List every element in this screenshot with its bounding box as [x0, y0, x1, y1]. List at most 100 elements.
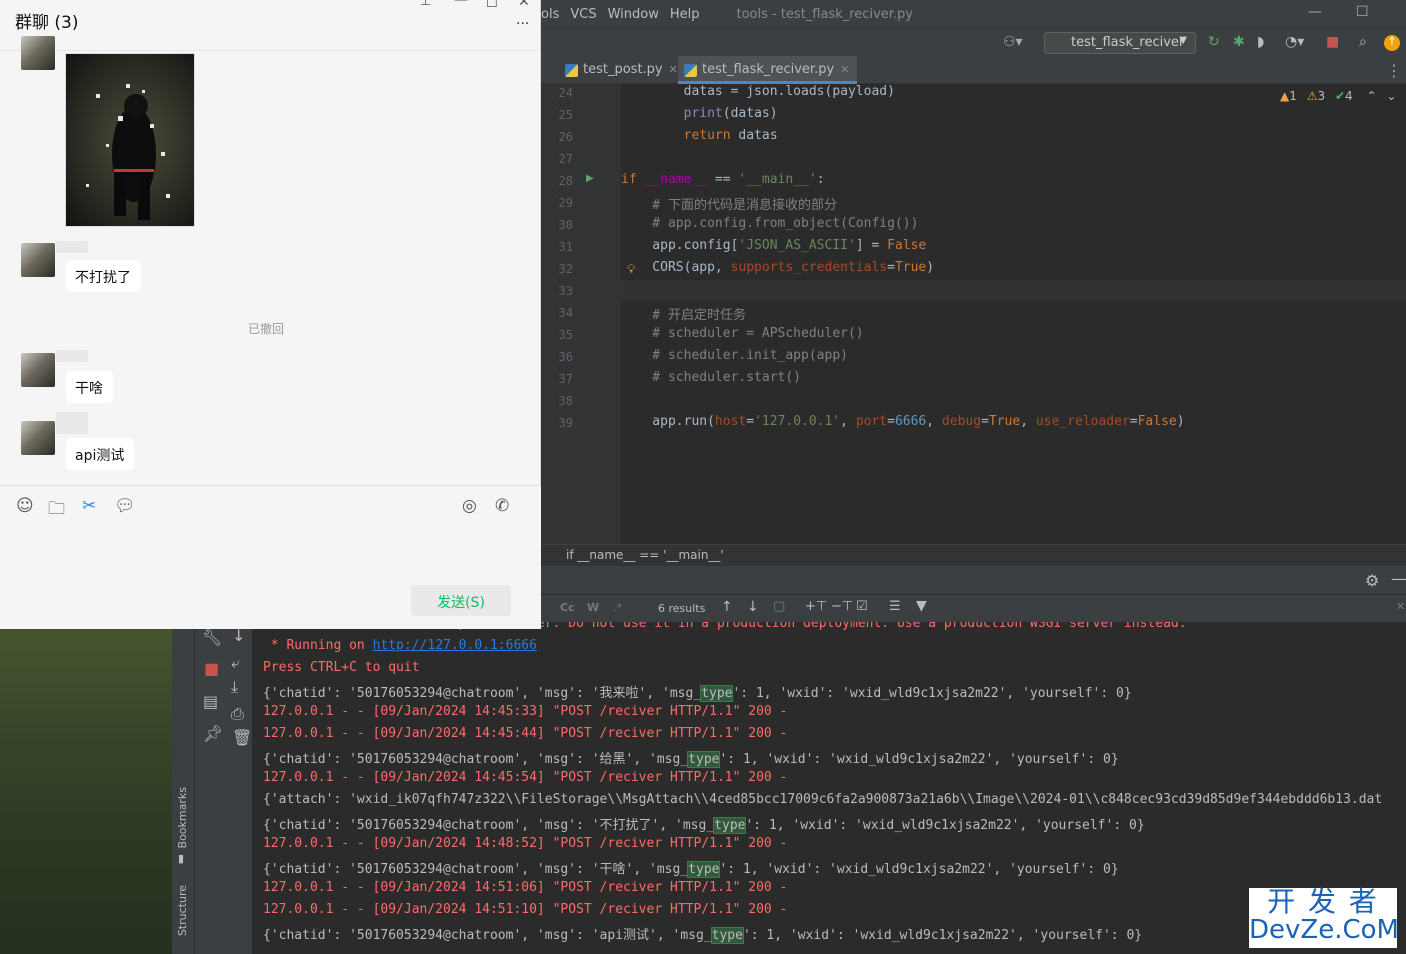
- stop-icon[interactable]: ■: [204, 659, 219, 678]
- code-line[interactable]: # 开启定时任务: [621, 304, 746, 323]
- avatar[interactable]: [21, 243, 55, 277]
- close-icon[interactable]: ✕: [840, 63, 849, 76]
- menu-window[interactable]: Window: [608, 7, 659, 22]
- coverage-icon[interactable]: ◗: [1257, 34, 1264, 50]
- code-line[interactable]: app.run(host='127.0.0.1', port=6666, deb…: [621, 414, 1184, 429]
- bookmarks-tab[interactable]: Bookmarks: [176, 787, 189, 848]
- emoji-icon[interactable]: ☺: [16, 496, 34, 516]
- code-line[interactable]: # scheduler = APScheduler(): [621, 326, 863, 341]
- python-file-icon: [565, 64, 578, 77]
- code-line[interactable]: datas = json.loads(payload): [621, 84, 895, 99]
- close-icon[interactable]: ✕: [518, 0, 530, 10]
- code-line[interactable]: app.config['JSON_AS_ASCII'] = False: [621, 238, 926, 253]
- tab-label: test_post.py: [583, 62, 663, 77]
- console-line: Press CTRL+C to quit: [263, 660, 420, 675]
- minimize-icon[interactable]: —: [1308, 4, 1322, 20]
- scissors-icon[interactable]: ✂: [82, 496, 96, 516]
- message-bubble[interactable]: 干啥: [66, 371, 113, 403]
- search-match: type: [687, 751, 721, 768]
- code-line[interactable]: # scheduler.init_app(app): [621, 348, 848, 363]
- chevron-down-icon[interactable]: ⌄: [1386, 89, 1396, 103]
- regex-toggle[interactable]: .*: [613, 601, 622, 614]
- add-occurrence-icon[interactable]: +⊤: [805, 599, 827, 614]
- avatar[interactable]: [21, 36, 55, 70]
- filter-options-icon[interactable]: ☰: [889, 599, 901, 614]
- more-options-icon[interactable]: ...: [516, 12, 529, 28]
- select-all-icon[interactable]: ▢: [773, 599, 785, 614]
- stop-icon[interactable]: ■: [1326, 34, 1339, 50]
- update-icon[interactable]: ↑: [1384, 35, 1400, 51]
- chevron-up-icon[interactable]: ⌃: [1366, 89, 1376, 103]
- close-icon[interactable]: ✕: [669, 63, 678, 76]
- tab-test-post[interactable]: test_post.py ✕: [559, 56, 686, 84]
- print-icon[interactable]: ⎙: [231, 704, 244, 724]
- console-line: {'chatid': '50176053294@chatroom', 'msg'…: [263, 861, 1119, 878]
- line-number: 34: [558, 306, 573, 320]
- warning-count: 3: [1317, 89, 1326, 103]
- debug-icon[interactable]: ✱: [1233, 34, 1245, 50]
- code-line[interactable]: # app.config.from_object(Config()): [621, 216, 918, 231]
- minimize-icon[interactable]: —: [454, 0, 468, 8]
- code-line[interactable]: if __name__ == '__main__':: [621, 172, 825, 187]
- code-line[interactable]: return datas: [621, 128, 778, 143]
- filter-icon[interactable]: ▼: [916, 598, 927, 614]
- menu-tools[interactable]: ols: [541, 7, 559, 22]
- inspection-widget[interactable]: ▲1 ⚠3 ✔4 ⌃ ⌄: [1280, 89, 1396, 103]
- run-console[interactable]: WARNING: This is a development server. D…: [252, 622, 1406, 954]
- run-config-select[interactable]: test_flask_reciver ▼: [1044, 32, 1196, 54]
- hide-icon[interactable]: —: [1391, 569, 1406, 588]
- wrench-icon[interactable]: 🔧︎: [202, 628, 222, 647]
- phone-icon[interactable]: ✆: [495, 496, 509, 516]
- code-line[interactable]: print(datas): [621, 106, 778, 121]
- chat-window: 群聊 (3) ⊥ — ☐ ✕ ... 不打扰了 已撤回 干啥 api测试 ☺ 🗀…: [0, 0, 541, 629]
- breadcrumb[interactable]: if __name__ == '__main__': [541, 544, 1406, 566]
- close-icon[interactable]: ✕: [1396, 600, 1405, 613]
- folder-icon[interactable]: 🗀︎: [48, 496, 65, 525]
- code-line[interactable]: # 下面的代码是消息接收的部分: [621, 194, 837, 213]
- avatar[interactable]: [21, 353, 55, 387]
- code-line[interactable]: CORS(app, supports_credentials=True): [621, 260, 934, 275]
- arrow-down-icon[interactable]: ↓: [747, 599, 759, 615]
- message-bubble[interactable]: api测试: [66, 438, 135, 470]
- send-button[interactable]: 发送(S): [411, 585, 511, 616]
- menu-vcs[interactable]: VCS: [570, 7, 596, 22]
- search-match: type: [713, 817, 747, 834]
- error-count: 1: [1289, 89, 1297, 103]
- console-line: {'chatid': '50176053294@chatroom', 'msg'…: [263, 927, 1143, 944]
- gear-icon[interactable]: ⚙: [1365, 571, 1379, 590]
- pin-icon[interactable]: 📌︎: [203, 724, 223, 743]
- chat-bubble-icon[interactable]: 💬︎: [114, 496, 136, 516]
- console-line: {'attach': 'wxid_ik07qfh747z322\\FileSto…: [263, 792, 1383, 807]
- recalled-notice: 已撤回: [248, 322, 285, 336]
- tab-test-flask-reciver[interactable]: test_flask_reciver.py ✕: [678, 56, 858, 84]
- code-line[interactable]: # scheduler.start(): [621, 370, 801, 385]
- layout-icon[interactable]: ▤: [203, 692, 218, 711]
- search-icon[interactable]: ⌕: [1359, 34, 1367, 50]
- match-case-toggle[interactable]: Cc: [560, 601, 575, 614]
- maximize-icon[interactable]: ☐: [486, 0, 498, 11]
- console-line: * Running on http://127.0.0.1:6666: [263, 638, 537, 653]
- live-icon[interactable]: ◎: [462, 496, 477, 516]
- image-message[interactable]: [65, 53, 195, 227]
- rerun-icon[interactable]: ↻: [1208, 34, 1220, 50]
- server-url-link[interactable]: http://127.0.0.1:6666: [373, 638, 537, 653]
- select-all-occurrences-icon[interactable]: ☑: [856, 599, 868, 614]
- pin-icon[interactable]: ⊥: [420, 0, 431, 9]
- more-vertical-icon[interactable]: ⋮: [1386, 61, 1402, 80]
- run-gutter-icon[interactable]: ▶: [586, 173, 594, 184]
- trash-icon[interactable]: 🗑︎: [232, 728, 252, 747]
- console-line: 127.0.0.1 - - [09/Jan/2024 14:48:52] "PO…: [263, 836, 788, 851]
- user-icon[interactable]: ⚇▾: [1003, 34, 1023, 50]
- arrow-up-icon[interactable]: ↑: [721, 599, 733, 615]
- scroll-to-end-icon[interactable]: ⤓: [231, 677, 238, 697]
- structure-tab[interactable]: Structure: [176, 885, 189, 936]
- soft-wrap-icon[interactable]: ⤶: [231, 653, 240, 673]
- whole-word-toggle[interactable]: W: [587, 601, 599, 614]
- message-bubble[interactable]: 不打扰了: [66, 260, 141, 292]
- profile-icon[interactable]: ◔▾: [1285, 34, 1304, 50]
- remove-occurrence-icon[interactable]: −⊤: [831, 599, 853, 614]
- avatar[interactable]: [21, 421, 55, 455]
- lightbulb-icon[interactable]: 💡︎: [627, 262, 635, 277]
- maximize-icon[interactable]: ☐: [1356, 4, 1369, 20]
- menu-help[interactable]: Help: [670, 7, 700, 22]
